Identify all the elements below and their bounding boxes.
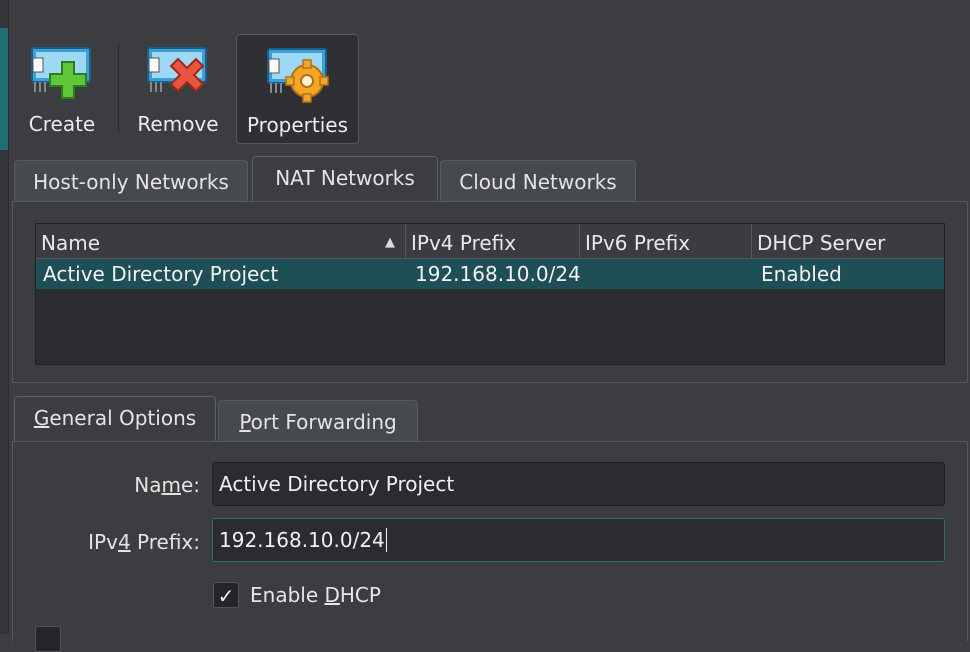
name-label: Name: <box>134 473 200 497</box>
sort-ascending-icon: ▲ <box>385 235 395 250</box>
cell-ipv6 <box>587 259 747 289</box>
partial-checkbox[interactable] <box>35 626 61 652</box>
create-button[interactable]: Create <box>20 34 104 144</box>
tab-label: Cloud Networks <box>459 170 617 194</box>
properties-label: Properties <box>246 113 349 137</box>
remove-button[interactable]: Remove <box>134 34 222 144</box>
cell-name: Active Directory Project <box>43 262 279 286</box>
column-header-ipv6[interactable]: IPv6 Prefix <box>580 224 752 259</box>
tab-host-only-networks[interactable]: Host-only Networks <box>14 160 248 202</box>
toolbar-separator <box>118 44 119 132</box>
tab-cloud-networks[interactable]: Cloud Networks <box>440 160 636 202</box>
tab-label: General Options <box>33 406 197 430</box>
tab-label: Port Forwarding <box>239 410 397 434</box>
column-header-ipv4[interactable]: IPv4 Prefix <box>406 224 580 259</box>
network-add-icon <box>31 47 91 99</box>
left-panel-selection <box>0 28 8 150</box>
tab-port-forwarding[interactable]: Port Forwarding <box>218 400 418 442</box>
cell-ipv4: 192.168.10.0/24 <box>415 262 581 286</box>
ipv4-prefix-field[interactable]: 192.168.10.0/24 <box>212 518 945 562</box>
remove-label: Remove <box>137 112 219 136</box>
tab-label: Host-only Networks <box>33 170 229 194</box>
tab-general-options[interactable]: General Options <box>14 396 216 442</box>
text-cursor <box>385 528 387 552</box>
create-label: Create <box>28 112 96 136</box>
network-properties-icon <box>266 48 329 103</box>
cell-dhcp: Enabled <box>761 262 842 286</box>
network-remove-icon <box>147 47 207 93</box>
nat-networks-table[interactable]: Name ▲ IPv4 Prefix IPv6 Prefix DHCP Serv… <box>35 223 945 365</box>
ipv4-prefix-label: IPv4 Prefix: <box>88 530 200 554</box>
enable-dhcp-label[interactable]: Enable DHCP <box>250 583 381 607</box>
table-row[interactable]: Active Directory Project 192.168.10.0/24… <box>36 259 944 289</box>
enable-dhcp-checkbox[interactable]: ✓ <box>213 582 239 608</box>
tab-nat-networks[interactable]: NAT Networks <box>252 156 438 202</box>
properties-button[interactable]: Properties <box>236 34 359 144</box>
column-header-name[interactable]: Name ▲ <box>36 224 406 259</box>
tab-label: NAT Networks <box>275 166 415 190</box>
name-field[interactable]: Active Directory Project <box>212 462 945 506</box>
checkmark-icon: ✓ <box>217 584 235 608</box>
column-header-dhcp[interactable]: DHCP Server <box>752 224 944 259</box>
